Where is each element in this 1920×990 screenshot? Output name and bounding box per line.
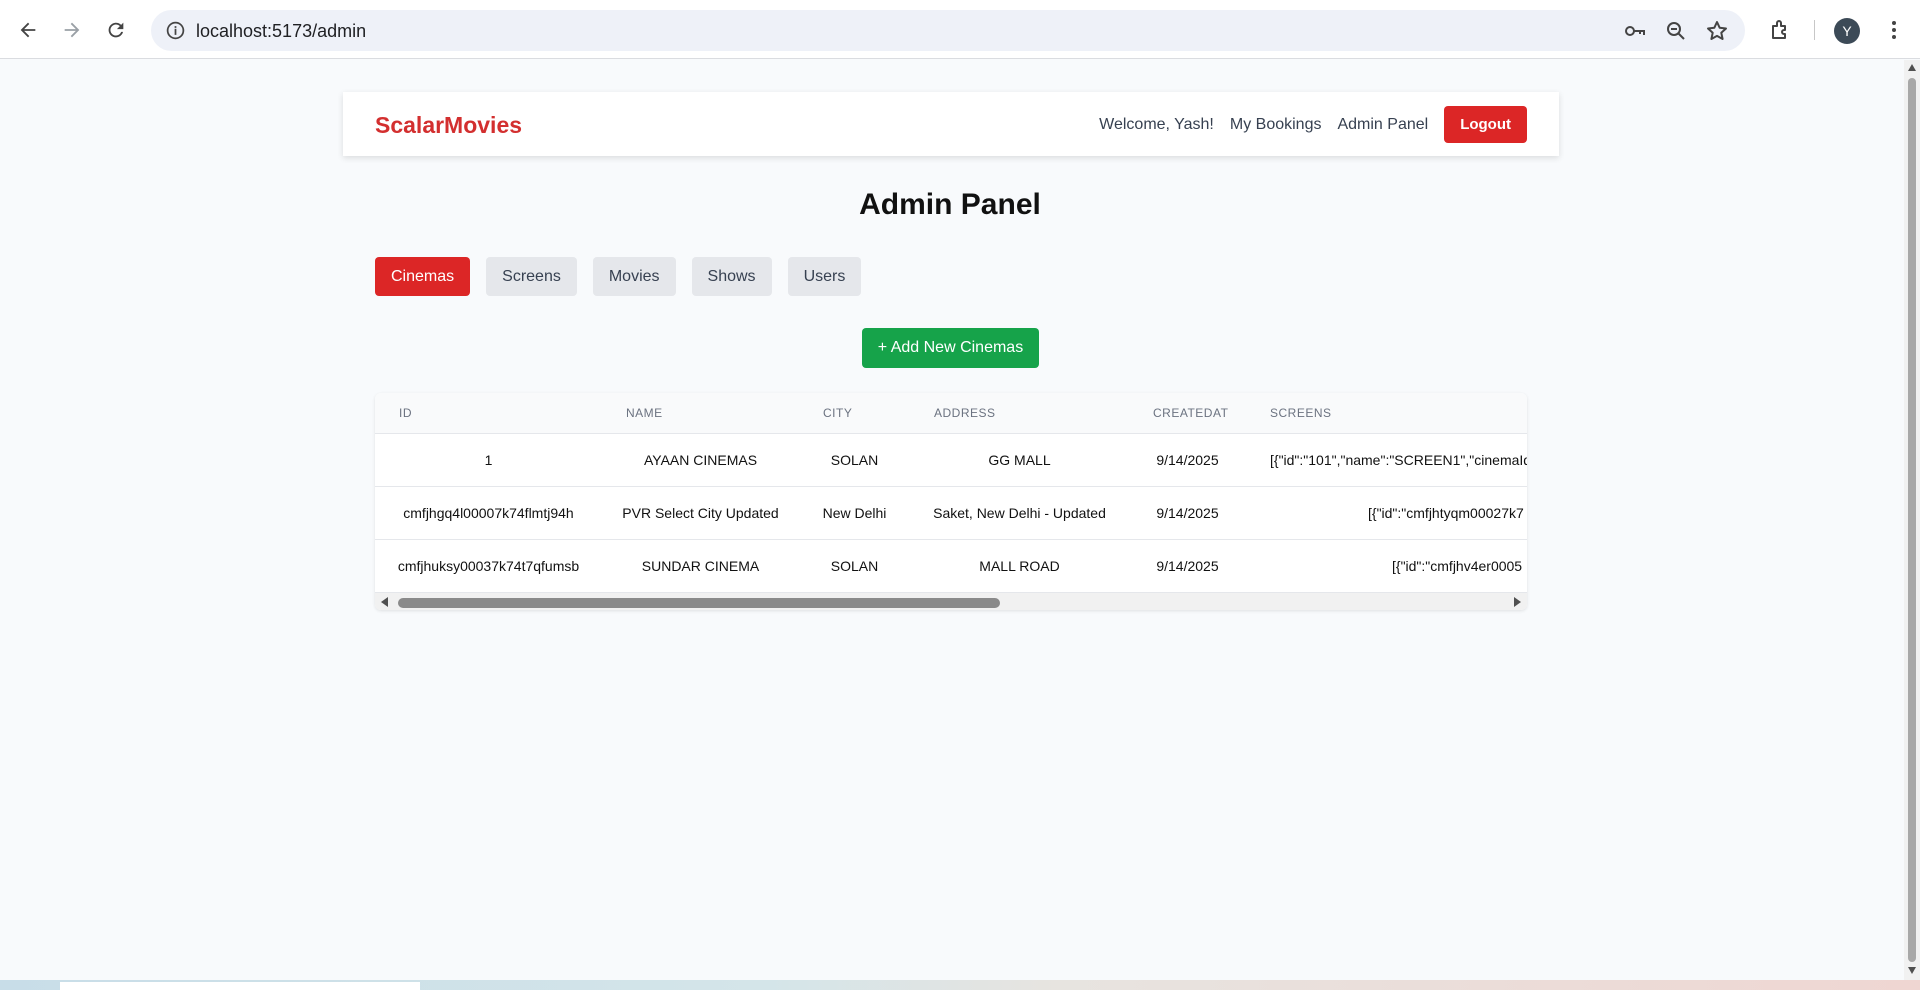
cell-id: cmfjhgq4l00007k74flmtj94h [375, 486, 602, 540]
column-header-screens: SCREENS [1246, 393, 1527, 434]
cell-address: GG MALL [910, 433, 1129, 487]
tab-users[interactable]: Users [787, 257, 862, 296]
scroll-left-arrow-icon[interactable] [381, 597, 388, 607]
tab-screens[interactable]: Screens [486, 257, 577, 296]
cinemas-table: ID NAME CITY ADDRESS CREATEDAT SCREENS 1… [375, 393, 1527, 610]
cell-address: Saket, New Delhi - Updated [910, 486, 1129, 540]
toolbar-separator [1814, 20, 1815, 40]
reload-icon [108, 22, 124, 38]
back-button[interactable] [12, 14, 44, 46]
cell-screens: [{"id":"101","name":"SCREEN1","cinemaId" [1246, 433, 1527, 487]
column-header-createdat: CREATEDAT [1129, 393, 1246, 434]
arrow-left-icon [20, 22, 36, 38]
arrow-right-icon [64, 22, 80, 38]
kebab-menu-icon[interactable] [1882, 18, 1906, 42]
column-header-name: NAME [602, 393, 799, 434]
add-new-cinema-button[interactable]: + Add New Cinemas [862, 328, 1039, 368]
reload-button[interactable] [100, 14, 132, 46]
cell-screens: [{"id":"cmfjhv4er0005 [1246, 539, 1527, 593]
my-bookings-link[interactable]: My Bookings [1230, 116, 1322, 134]
cell-city: SOLAN [799, 433, 910, 487]
admin-panel-link[interactable]: Admin Panel [1337, 116, 1428, 134]
admin-tabs: Cinemas Screens Movies Shows Users [375, 257, 862, 296]
tab-cinemas[interactable]: Cinemas [375, 257, 471, 296]
page-vertical-scrollbar[interactable] [1904, 60, 1920, 980]
column-header-id: ID [375, 393, 602, 434]
table-row: cmfjhuksy00037k74t7qfumsb SUNDAR CINEMA … [375, 539, 1527, 593]
table-header-row: ID NAME CITY ADDRESS CREATEDAT SCREENS [375, 393, 1527, 434]
column-header-address: ADDRESS [910, 393, 1129, 434]
cell-createdat: 9/14/2025 [1129, 486, 1246, 540]
taskbar-strip [0, 980, 1920, 990]
scroll-right-arrow-icon[interactable] [1514, 597, 1521, 607]
tab-movies[interactable]: Movies [592, 257, 676, 296]
page-title: Admin Panel [859, 188, 1041, 221]
table-row: cmfjhgq4l00007k74flmtj94h PVR Select Cit… [375, 486, 1527, 540]
app-navbar: ScalarMovies Welcome, Yash! My Bookings … [343, 92, 1559, 156]
extensions-icon[interactable] [1769, 18, 1793, 42]
cell-city: New Delhi [799, 486, 910, 540]
cell-screens: [{"id":"cmfjhtyqm00027k7 [1246, 486, 1527, 540]
table-row: 1 AYAAN CINEMAS SOLAN GG MALL 9/14/2025 … [375, 433, 1527, 487]
profile-avatar[interactable]: Y [1834, 18, 1860, 44]
nav-links: Welcome, Yash! My Bookings Admin Panel L… [1099, 106, 1527, 143]
cell-createdat: 9/14/2025 [1129, 433, 1246, 487]
site-info-icon[interactable] [165, 20, 186, 41]
scroll-down-arrow-icon[interactable] [1908, 967, 1916, 974]
browser-toolbar: localhost:5173/admin Y [0, 0, 1920, 59]
cell-name: AYAAN CINEMAS [602, 433, 799, 487]
cell-createdat: 9/14/2025 [1129, 539, 1246, 593]
forward-button[interactable] [56, 14, 88, 46]
logout-button[interactable]: Logout [1444, 106, 1527, 143]
welcome-text: Welcome, Yash! [1099, 115, 1214, 133]
tab-shows[interactable]: Shows [691, 257, 772, 296]
cell-address: MALL ROAD [910, 539, 1129, 593]
page-scrollbar-thumb[interactable] [1908, 78, 1916, 962]
brand-logo[interactable]: ScalarMovies [375, 112, 522, 139]
scrollbar-thumb[interactable] [398, 598, 1000, 608]
scroll-up-arrow-icon[interactable] [1908, 64, 1916, 71]
taskbar-window [60, 982, 420, 990]
zoom-icon[interactable] [1664, 19, 1688, 43]
star-icon[interactable] [1705, 19, 1729, 43]
cell-name: SUNDAR CINEMA [602, 539, 799, 593]
cell-name: PVR Select City Updated [602, 486, 799, 540]
cell-id: 1 [375, 433, 602, 487]
column-header-city: CITY [799, 393, 910, 434]
key-icon[interactable] [1623, 19, 1647, 43]
address-bar[interactable]: localhost:5173/admin [151, 10, 1745, 51]
table-horizontal-scrollbar[interactable] [375, 593, 1527, 610]
url-text: localhost:5173/admin [196, 21, 367, 41]
cell-city: SOLAN [799, 539, 910, 593]
cell-id: cmfjhuksy00037k74t7qfumsb [375, 539, 602, 593]
